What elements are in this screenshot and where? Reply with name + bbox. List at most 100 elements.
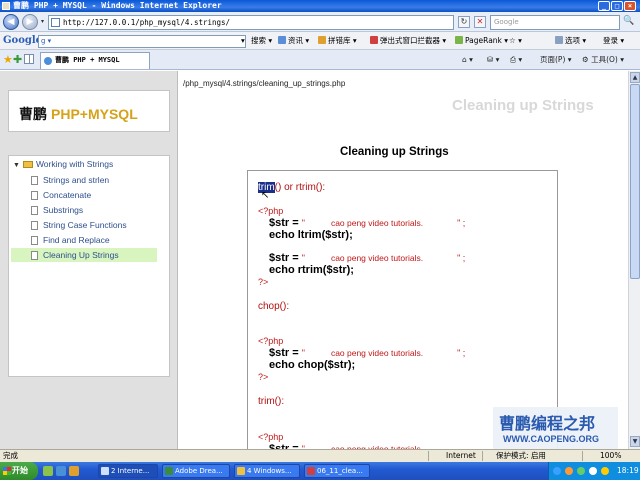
code-quote-close: " ; xyxy=(457,348,466,358)
scroll-thumb[interactable] xyxy=(630,84,640,279)
minimize-button[interactable]: _ xyxy=(598,1,610,11)
nav-item-strings-and-strlen[interactable]: Strings and strlen xyxy=(11,173,157,187)
quicklaunch-desktop-icon[interactable] xyxy=(69,466,79,476)
code-line: $str = " cao peng video tutorials. " ; xyxy=(269,252,465,264)
tab-title: 曹鹏 PHP + MYSQL xyxy=(55,56,120,64)
nav-item-substrings[interactable]: Substrings xyxy=(11,203,157,217)
tray-app-icon[interactable] xyxy=(577,467,585,475)
code-quote: " xyxy=(301,348,305,358)
google-search-dropdown[interactable]: ▾ xyxy=(241,36,245,46)
nav-item-label: Concatenate xyxy=(43,190,92,200)
start-label: 开始 xyxy=(12,466,28,475)
document-icon xyxy=(31,206,38,215)
google-search-button[interactable]: 搜索 ▾ xyxy=(251,36,272,46)
popup-blocker-button[interactable]: 弹出式窗口拦截器 ▾ xyxy=(370,36,446,46)
network-icon[interactable] xyxy=(553,467,561,475)
close-button[interactable]: × xyxy=(624,1,636,11)
scroll-up-icon[interactable]: ▲ xyxy=(630,72,640,83)
quicklaunch-ie-icon[interactable] xyxy=(56,466,66,476)
tab-current[interactable]: 曹鹏 PHP + MYSQL xyxy=(40,52,150,69)
scroll-down-icon[interactable]: ▼ xyxy=(630,436,640,447)
nav-item-label: Find and Replace xyxy=(43,235,110,245)
status-divider xyxy=(482,451,483,461)
google-logo: Google xyxy=(3,35,43,46)
trim-heading-rest: () or rtrim(): xyxy=(274,182,326,193)
task-ie[interactable]: 2 Interne... xyxy=(98,464,158,478)
popup-blocker-label: 弹出式窗口拦截器 ▾ xyxy=(380,36,447,45)
php-open-tag: <?php xyxy=(258,336,284,346)
search-input[interactable]: Google xyxy=(490,15,620,30)
forward-button[interactable]: ▶ xyxy=(22,14,38,30)
nav-item-label: String Case Functions xyxy=(43,220,127,230)
php-close-tag: ?> xyxy=(258,372,269,382)
vertical-scrollbar[interactable]: ▲ ▼ xyxy=(628,71,640,449)
code-line: echo ltrim($str); xyxy=(269,229,353,241)
code-quote-close: " ; xyxy=(457,253,466,263)
feeds-button[interactable]: ⛁ ▾ xyxy=(487,55,499,65)
expand-triangle-icon[interactable]: ▼ xyxy=(13,162,20,169)
stop-button[interactable]: ✕ xyxy=(474,16,486,28)
code-line: $str = " cao peng video tutorials. " ; xyxy=(269,347,465,359)
nav-item-string-case-functions[interactable]: String Case Functions xyxy=(11,218,157,232)
task-video[interactable]: 06_11_clea... xyxy=(304,464,370,478)
nav-item-concatenate[interactable]: Concatenate xyxy=(11,188,157,202)
header-watermark-title: Cleaning up Strings xyxy=(452,97,594,114)
tray-app-icon[interactable] xyxy=(565,467,573,475)
tray-app-icon[interactable] xyxy=(601,467,609,475)
security-zone: Internet xyxy=(446,451,476,460)
add-favorites-icon[interactable]: ✚ xyxy=(13,53,22,66)
window-title: 曹鹏 PHP + MYSQL - Windows Internet Explor… xyxy=(13,1,222,10)
page-icon xyxy=(51,18,60,27)
popup-blocker-icon xyxy=(370,36,378,44)
code-line: echo chop($str); xyxy=(269,359,356,371)
history-dropdown-icon[interactable]: ▾ xyxy=(41,18,44,25)
search-icon[interactable]: 🔍 xyxy=(622,16,636,29)
refresh-button[interactable]: ↻ xyxy=(458,16,470,28)
login-button[interactable]: 登录 ▾ xyxy=(603,36,624,46)
code-string-value: cao peng video tutorials. xyxy=(330,348,424,358)
task-dreamweaver[interactable]: Adobe Drea... xyxy=(162,464,230,478)
pagerank-label: PageRank ▾ xyxy=(465,36,509,45)
google-search-input[interactable]: g ▾ xyxy=(38,35,246,48)
zoom-level[interactable]: 100% xyxy=(600,450,621,462)
clock: 18:19 xyxy=(617,466,639,475)
status-text: 完成 xyxy=(3,451,18,460)
maximize-button[interactable]: □ xyxy=(611,1,623,11)
nav-item-find-and-replace[interactable]: Find and Replace xyxy=(11,233,157,247)
spellcheck-icon xyxy=(318,36,326,44)
url-text: http://127.0.0.1/php_mysql/4.strings/ xyxy=(63,18,231,27)
options-button[interactable]: 选项 ▾ xyxy=(555,36,586,46)
code-quote: " xyxy=(301,218,305,228)
volume-icon[interactable] xyxy=(589,467,597,475)
start-button[interactable]: 开始 xyxy=(0,462,38,480)
url-field[interactable]: http://127.0.0.1/php_mysql/4.strings/ xyxy=(48,15,454,30)
tab-page-icon xyxy=(44,57,52,65)
code-string-value: cao peng video tutorials. xyxy=(330,253,424,263)
task-explorer[interactable]: 4 Windows... xyxy=(234,464,300,478)
back-button[interactable]: ◀ xyxy=(3,14,19,30)
code-lhs: $str = xyxy=(269,347,299,359)
document-icon xyxy=(31,236,38,245)
bookmark-star-button[interactable]: ☆ ▾ xyxy=(509,36,522,46)
google-toolbar: Google g ▾ ▾ 搜索 ▾ 资讯 ▾ 拼错库 ▾ 弹出式窗口拦截器 ▾ … xyxy=(0,32,640,50)
nav-root-working-with-strings[interactable]: ▼ Working with Strings xyxy=(13,159,113,169)
tools-menu-button[interactable]: ⚙ 工具(O) ▾ xyxy=(582,55,624,65)
quicklaunch-icon[interactable] xyxy=(43,466,53,476)
google-news-button[interactable]: 资讯 ▾ xyxy=(278,36,309,46)
home-button[interactable]: ⌂ ▾ xyxy=(462,55,473,65)
site-logo: 曹鹏 PHP+MYSQL xyxy=(8,90,170,132)
folder-icon xyxy=(237,467,245,475)
favorites-star-icon[interactable]: ★ xyxy=(3,53,13,66)
protected-mode[interactable]: 保护模式: 启用 xyxy=(496,450,546,462)
quick-tabs-icon[interactable] xyxy=(24,54,34,64)
brand-watermark: 曹鹏编程之邦 WWW.CAOPENG.ORG xyxy=(493,407,618,449)
code-string-value: cao peng video tutorials. xyxy=(330,218,424,228)
task-label: 2 Interne... xyxy=(111,467,150,475)
brand-name: 曹鹏编程之邦 xyxy=(499,416,596,433)
sidebar: 曹鹏 PHP+MYSQL ▼ Working with Strings String… xyxy=(0,71,178,449)
page-menu-button[interactable]: 页面(P) ▾ xyxy=(540,55,572,65)
google-spell-button[interactable]: 拼错库 ▾ xyxy=(318,36,357,46)
print-button[interactable]: ⎙ ▾ xyxy=(510,55,522,65)
nav-item-cleaning-up-strings[interactable]: Cleaning Up Strings xyxy=(11,248,157,262)
pagerank-button[interactable]: PageRank ▾ xyxy=(455,36,508,46)
